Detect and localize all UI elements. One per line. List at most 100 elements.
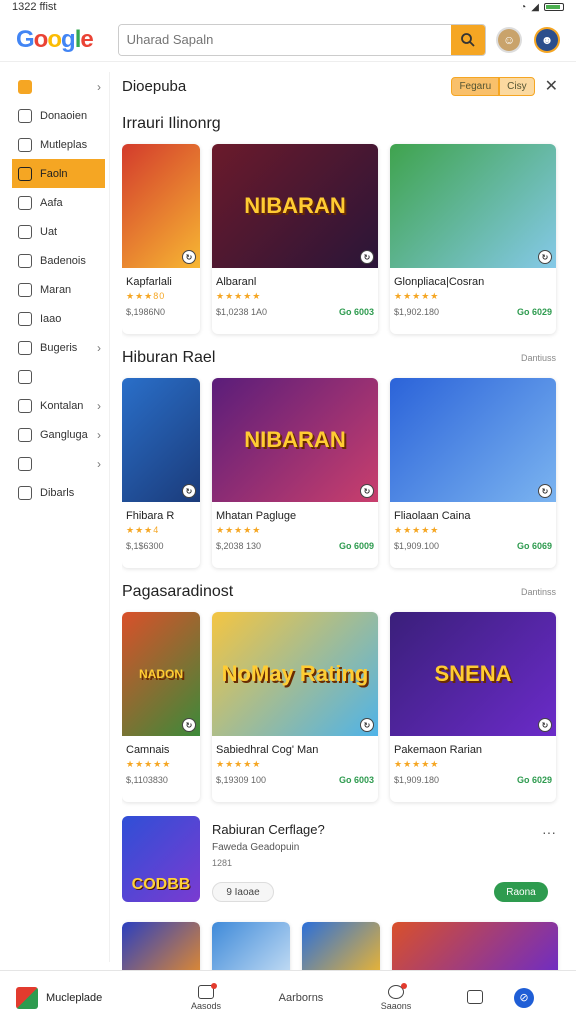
see-more-link[interactable]: Dantiuss [521, 353, 556, 363]
card-meta: $1,0238 1A0 Go 6003 [216, 307, 374, 317]
clipboard-icon [18, 456, 32, 471]
filter-pill[interactable]: Fegaru [451, 76, 500, 96]
card-meta-value: $1,909.100 [394, 541, 440, 551]
secondary-button[interactable]: 9 Iaoae [212, 882, 274, 902]
brand-label: Mucleplade [46, 991, 103, 1004]
sidebar-item[interactable]: Uat [0, 217, 109, 246]
card-thumbnail [212, 922, 290, 972]
card-price[interactable]: Go 6069 [517, 541, 552, 551]
sidebar-item-label: Donaoien [40, 109, 88, 122]
sidebar-item[interactable]: Badenois [0, 246, 109, 275]
sidebar-item[interactable]: Maran [0, 275, 109, 304]
sidebar-item[interactable]: Aafa [0, 188, 109, 217]
card-info: Glonpliaca|Cosran ★★★★★ $1,902.180 Go 6029 [390, 268, 556, 334]
app-card[interactable] [392, 922, 558, 972]
sidebar-item[interactable]: Kontalan › [0, 391, 109, 420]
nav-label: Aarborns [278, 991, 324, 1004]
primary-button[interactable]: Raona [494, 882, 548, 902]
chevron-right-icon: › [97, 398, 101, 413]
search-button[interactable] [451, 24, 486, 55]
card-meta-value: $,1$6300 [126, 541, 164, 551]
file-icon [18, 195, 32, 210]
card-thumbnail: ↻ [122, 144, 200, 268]
card-thumbnail: NADON ↻ [122, 612, 200, 736]
music-icon [467, 989, 483, 1004]
rating-stars: ★★★★★ [394, 291, 440, 301]
card-title: Albaranl [216, 276, 257, 288]
card-thumbnail: NIBARAN ↻ [212, 378, 378, 502]
card-title: Pakemaon Rarian [394, 744, 483, 756]
bottom-strip [122, 922, 576, 972]
app-card[interactable]: ↻ Fliaolaan Caina ★★★★★ $1,909.100 Go 6069 [390, 378, 556, 568]
nav-item-chat[interactable]: Saaons [356, 982, 436, 1011]
sidebar-item[interactable]: Donaoien [0, 101, 109, 130]
filter-pills: Fegaru Cisy [451, 76, 535, 96]
app-card[interactable]: ↻ Glonpliaca|Cosran ★★★★★ $1,902.180 Go 6029 [390, 144, 556, 334]
section-title: Irrauri Ilinonrg [122, 114, 576, 134]
main-header: Dioepuba Fegaru Cisy ✕ [122, 72, 576, 100]
sidebar-item[interactable]: Faoln [12, 159, 105, 188]
page-title: Dioepuba [122, 77, 187, 95]
status-time: 1322 ffist [12, 1, 57, 13]
nav-item-shop[interactable]: Aasods [166, 982, 246, 1011]
sidebar-item[interactable]: Gangluga › [0, 420, 109, 449]
filter-pill[interactable]: Cisy [499, 76, 535, 96]
card-price[interactable]: Go 6029 [517, 307, 552, 317]
app-logo[interactable]: Google [16, 26, 116, 54]
home-icon [18, 79, 32, 94]
sidebar-item[interactable] [0, 362, 109, 391]
app-card[interactable] [212, 922, 290, 972]
nav-item-main[interactable]: Aarborns [246, 992, 356, 1004]
sidebar-item[interactable]: Dibarls [0, 478, 109, 507]
rating-stars: ★★★★★ [126, 759, 172, 769]
avatar[interactable]: ☺ [496, 26, 523, 53]
pen-icon [18, 340, 32, 355]
app-card[interactable]: NoMay Rating ↻ Sabiedhral Cog' Man ★★★★★ $,1… [212, 612, 378, 802]
sidebar-item[interactable]: › [0, 72, 109, 101]
section-title: Hiburan Rael Dantiuss [122, 348, 576, 368]
install-badge-icon: ↻ [182, 718, 196, 732]
app-card[interactable]: ↻ Fhibara R ★★★4 $,1$6300 [122, 378, 200, 568]
app-card[interactable] [122, 922, 200, 972]
profile-avatar[interactable]: ☻ [534, 26, 560, 53]
app-card[interactable]: NIBARAN ↻ Albaranl ★★★★★ $1,0238 1A0 Go 6003 [212, 144, 378, 334]
see-more-link[interactable]: Dantinss [521, 587, 556, 597]
chart-icon [18, 398, 32, 413]
app-card[interactable]: ↻ Kapfarlali ★★★80 $,1986N0 [122, 144, 200, 334]
search-input[interactable] [118, 24, 452, 55]
card-price[interactable]: Go 6003 [339, 775, 374, 785]
sidebar-item[interactable]: Iaao [0, 304, 109, 333]
card-price[interactable]: Go 6009 [339, 541, 374, 551]
tag-icon [18, 311, 32, 326]
app-card[interactable] [302, 922, 380, 972]
rating-stars: ★★★★★ [216, 759, 262, 769]
card-meta-value: $,1986N0 [126, 307, 166, 317]
search-icon [461, 32, 475, 47]
more-options-icon[interactable]: ··· [542, 824, 556, 840]
card-row: NADON ↻ Camnais ★★★★★ $,1103830 NoMay Rating ↻… [122, 612, 576, 802]
card-meta-value: $1,0238 1A0 [216, 307, 268, 317]
install-badge-icon: ↻ [538, 718, 552, 732]
card-thumbnail: NIBARAN ↻ [212, 144, 378, 268]
install-badge-icon: ↻ [360, 250, 374, 264]
sidebar-item[interactable]: Bugeris › [0, 333, 109, 362]
sidebar-item[interactable]: Mutleplas [0, 130, 109, 159]
featured-item[interactable]: CODBB Rabiuran Cerflage? Faweda Geadopui… [122, 816, 576, 908]
install-badge-icon: ↻ [182, 484, 196, 498]
card-info: Fliaolaan Caina ★★★★★ $1,909.100 Go 6069 [390, 502, 556, 568]
rating-stars: ★★★★★ [394, 759, 440, 769]
card-price[interactable]: Go 6003 [339, 307, 374, 317]
sidebar-item[interactable]: › [0, 449, 109, 478]
card-meta-value: $1,909.180 [394, 775, 440, 785]
logo-letter: o [47, 25, 62, 53]
card-meta: $,2038 130 Go 6009 [216, 541, 374, 551]
app-card[interactable]: NADON ↻ Camnais ★★★★★ $,1103830 [122, 612, 200, 802]
nav-item-music[interactable] [436, 989, 514, 1006]
app-card[interactable]: NIBARAN ↻ Mhatan Pagluge ★★★★★ $,2038 130 Go … [212, 378, 378, 568]
close-icon[interactable]: ✕ [545, 76, 558, 96]
card-price[interactable]: Go 6029 [517, 775, 552, 785]
featured-price: 1281 [212, 858, 233, 868]
compass-icon[interactable]: ⊘ [514, 987, 534, 1008]
nav-brand[interactable]: Mucleplade [16, 986, 166, 1009]
app-card[interactable]: SNENA ↻ Pakemaon Rarian ★★★★★ $1,909.180 Go 6… [390, 612, 556, 802]
